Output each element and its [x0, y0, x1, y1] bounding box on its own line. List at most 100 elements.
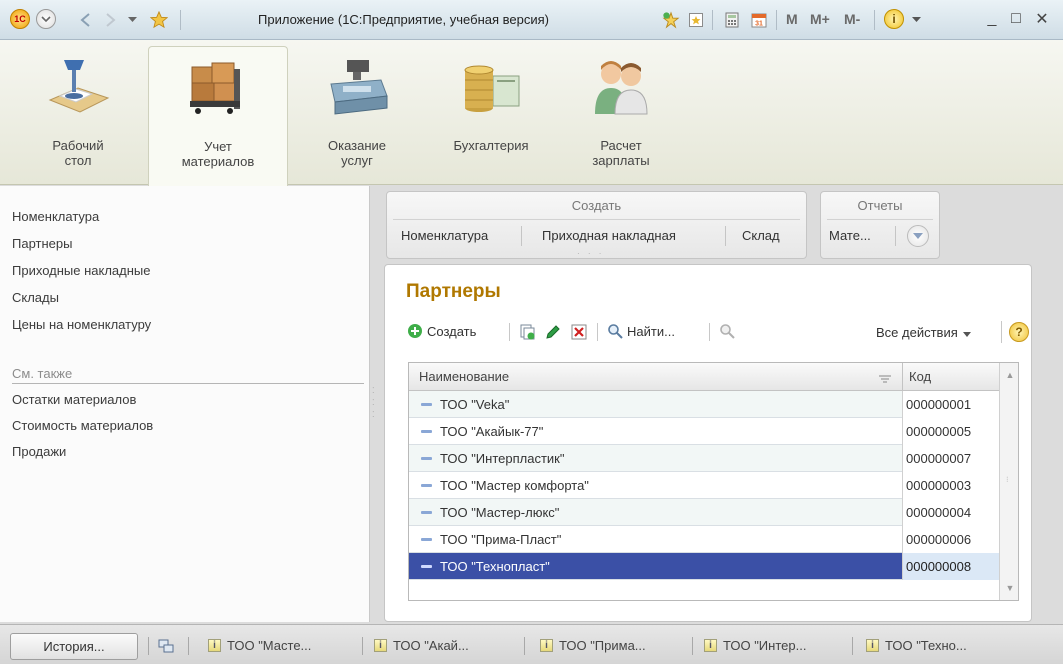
- row-name: ТОО "Акайык-77": [440, 424, 544, 439]
- see-also-heading: См. также: [12, 366, 73, 381]
- row-code: 000000004: [902, 499, 999, 526]
- info-icon[interactable]: i: [884, 9, 904, 29]
- section-services[interactable]: Оказание услуг: [296, 40, 418, 185]
- table-row[interactable]: ТОО "Veka" 000000001: [409, 391, 999, 418]
- catalog-item-icon: [421, 511, 432, 514]
- pencil-icon: [545, 324, 561, 340]
- nav-link-prices[interactable]: Цены на номенклатуру: [12, 317, 151, 332]
- row-name: ТОО "Технопласт": [440, 559, 550, 574]
- find-button[interactable]: Найти...: [607, 323, 675, 339]
- memory-m-button[interactable]: M: [786, 11, 798, 27]
- create-nomenclature-command[interactable]: Номенклатура: [401, 228, 488, 243]
- column-header-code[interactable]: Код: [909, 369, 931, 384]
- find-button-label: Найти...: [627, 323, 675, 339]
- create-group-divider: [393, 219, 800, 220]
- row-name: ТОО "Прима-Пласт": [440, 532, 562, 547]
- maximize-button[interactable]: □: [1006, 9, 1026, 29]
- help-button[interactable]: ?: [1009, 322, 1029, 342]
- history-bookmark-icon[interactable]: [686, 10, 706, 30]
- cancel-search-button[interactable]: [719, 323, 739, 339]
- memory-plus-button[interactable]: M+: [810, 11, 830, 27]
- table-row[interactable]: ТОО "Мастер комфорта" 000000003: [409, 472, 999, 499]
- favorite-star-icon[interactable]: [148, 9, 170, 31]
- nav-link-material-cost[interactable]: Стоимость материалов: [12, 418, 153, 433]
- table-row-selected[interactable]: ТОО "Технопласт" 000000008: [409, 553, 999, 580]
- add-to-favorites-icon[interactable]: [661, 10, 681, 30]
- desk-lamp-icon: [46, 56, 110, 116]
- nav-link-partners[interactable]: Партнеры: [12, 236, 72, 251]
- scroll-down-arrow-icon[interactable]: ▼: [1000, 578, 1018, 598]
- section-materials-label: Учет материалов: [181, 139, 255, 169]
- reports-more-button[interactable]: [907, 225, 929, 247]
- open-window-tab[interactable]: i ТОО "Прима...: [540, 638, 646, 653]
- catalog-item-icon: [421, 430, 432, 433]
- table-row[interactable]: ТОО "Акайык-77" 000000005: [409, 418, 999, 445]
- section-materials[interactable]: Учет материалов: [148, 46, 288, 186]
- open-window-tab[interactable]: i ТОО "Техно...: [866, 638, 967, 653]
- section-payroll-label: Расчет зарплаты: [592, 138, 650, 168]
- all-actions-menu[interactable]: Все действия: [876, 325, 971, 340]
- nav-link-nomenclature[interactable]: Номенклатура: [12, 209, 99, 224]
- open-windows-bar: История... i ТОО "Масте... i ТОО "Акай..…: [0, 624, 1063, 664]
- nav-link-receipts[interactable]: Приходные накладные: [12, 263, 150, 278]
- table-header: Наименование Код: [409, 363, 999, 391]
- window-title: Приложение (1С:Предприятие, учебная верс…: [258, 12, 549, 27]
- catalog-item-icon: [421, 457, 432, 460]
- row-code: 000000003: [902, 472, 999, 499]
- copy-icon: [519, 324, 535, 340]
- scroll-up-arrow-icon[interactable]: ▲: [1000, 365, 1018, 385]
- add-icon: [407, 323, 423, 339]
- main-menu-button[interactable]: [36, 9, 56, 29]
- catalog-window-icon: i: [704, 639, 717, 652]
- materials-report-command[interactable]: Мате...: [829, 228, 871, 243]
- windows-list-icon[interactable]: [158, 639, 174, 653]
- calculator-icon[interactable]: [722, 10, 742, 30]
- nav-link-sales[interactable]: Продажи: [12, 444, 66, 459]
- create-commands-group: Создать Номенклатура Приходная накладная…: [386, 191, 807, 259]
- calendar-icon[interactable]: 31: [749, 10, 769, 30]
- edit-button[interactable]: [545, 324, 565, 340]
- open-window-tab[interactable]: i ТОО "Акай...: [374, 638, 469, 653]
- sort-indicator-icon: [879, 372, 891, 387]
- sections-panel: Рабочий стол Учет материалов Оказание ус…: [0, 40, 1063, 186]
- table-row[interactable]: ТОО "Мастер-люкс" 000000004: [409, 499, 999, 526]
- table-row[interactable]: ТОО "Прима-Пласт" 000000006: [409, 526, 999, 553]
- row-code: 000000008: [902, 553, 999, 580]
- cancel-search-icon: [719, 323, 735, 339]
- 1c-logo-icon[interactable]: 1С: [10, 9, 30, 29]
- create-button-label: Создать: [427, 323, 477, 339]
- delete-button[interactable]: [571, 324, 591, 340]
- history-button[interactable]: История...: [10, 633, 138, 660]
- svg-text:31: 31: [755, 21, 763, 28]
- row-name: ТОО "Veka": [440, 397, 510, 412]
- catalog-item-icon: [421, 403, 432, 406]
- row-code: 000000006: [902, 526, 999, 553]
- close-button[interactable]: ✕: [1032, 9, 1052, 29]
- vertical-scrollbar[interactable]: ▲ ⁝ ▼: [999, 363, 1018, 600]
- minimize-button[interactable]: _: [982, 9, 1002, 29]
- copy-button[interactable]: [519, 324, 539, 340]
- row-name: ТОО "Мастер комфорта": [440, 478, 589, 493]
- info-dropdown-icon[interactable]: [910, 14, 922, 26]
- nav-link-material-balances[interactable]: Остатки материалов: [12, 392, 136, 407]
- section-accounting[interactable]: Бухгалтерия: [436, 40, 546, 185]
- create-button[interactable]: Создать: [407, 323, 476, 339]
- section-desktop[interactable]: Рабочий стол: [20, 40, 136, 185]
- column-header-name[interactable]: Наименование: [419, 369, 509, 384]
- nav-link-warehouses[interactable]: Склады: [12, 290, 59, 305]
- create-warehouse-command[interactable]: Склад: [742, 228, 780, 243]
- open-window-tab[interactable]: i ТОО "Масте...: [208, 638, 311, 653]
- dropdown-arrow-icon[interactable]: [124, 10, 140, 30]
- partners-form: Партнеры Создать Найти... Все действия ?…: [384, 264, 1032, 622]
- memory-minus-button[interactable]: M-: [844, 11, 860, 27]
- scroll-thumb-grip[interactable]: ⁝: [1006, 475, 1009, 484]
- section-payroll[interactable]: Расчет зарплаты: [560, 40, 682, 185]
- see-also-divider: [12, 383, 364, 384]
- create-receipt-command[interactable]: Приходная накладная: [542, 228, 676, 243]
- catalog-window-icon: i: [540, 639, 553, 652]
- open-window-title: ТОО "Акай...: [393, 638, 469, 653]
- open-window-tab[interactable]: i ТОО "Интер...: [704, 638, 806, 653]
- forward-arrow-icon[interactable]: [102, 10, 120, 30]
- back-arrow-icon[interactable]: [76, 10, 94, 30]
- table-row[interactable]: ТОО "Интерпластик" 000000007: [409, 445, 999, 472]
